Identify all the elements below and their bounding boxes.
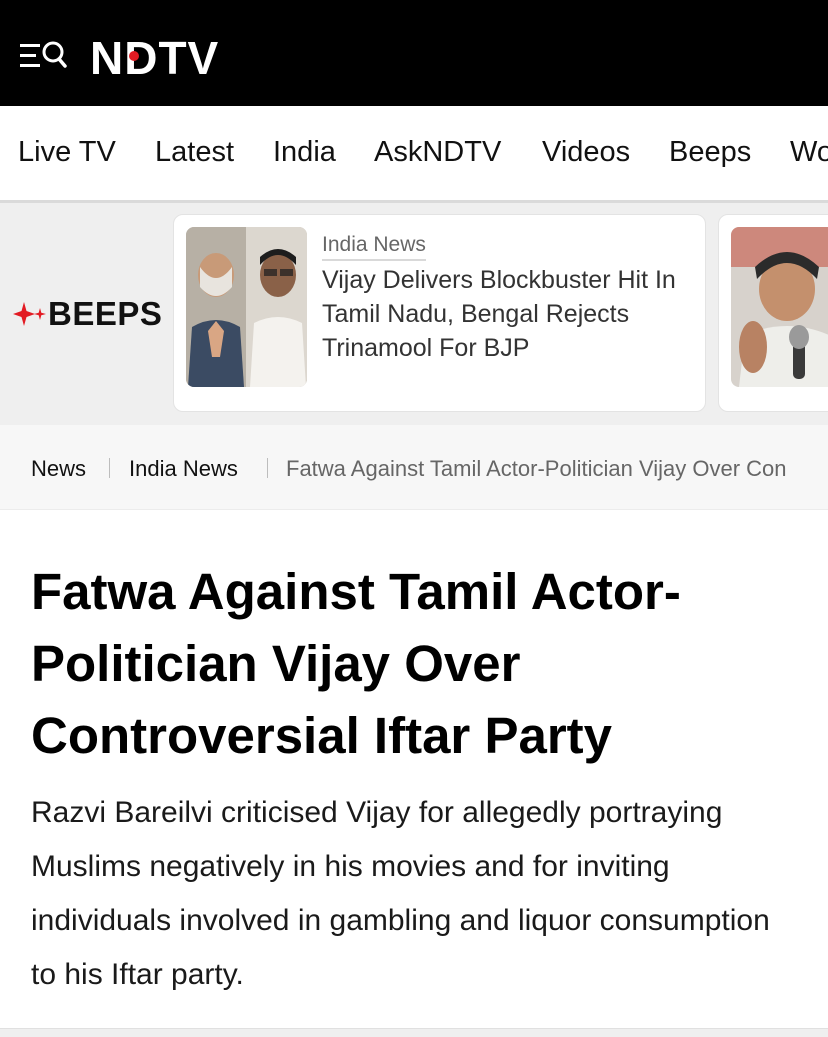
top-header-bar: NDTV <box>0 0 828 106</box>
nav-item-live-tv[interactable]: Live TV <box>18 136 116 169</box>
sparkle-icon <box>13 302 46 326</box>
nav-item-latest[interactable]: Latest <box>155 136 234 169</box>
menu-search-icon[interactable] <box>18 38 68 74</box>
beeps-title: BEEPS <box>48 295 163 332</box>
breadcrumb-india-news[interactable]: India News <box>129 456 238 482</box>
breadcrumb-separator <box>109 458 110 478</box>
woman-speaking-at-microphone-photo <box>731 227 828 387</box>
article-summary: Razvi Bareilvi criticised Vijay for alle… <box>31 796 770 991</box>
nav-item-videos[interactable]: Videos <box>542 136 630 169</box>
beep-card[interactable]: India News Vijay Delivers Blockbuster Hi… <box>173 214 706 412</box>
nav-item-world[interactable]: Wo <box>790 136 828 169</box>
logo-text: NDTV <box>90 34 219 78</box>
ndtv-logo[interactable]: NDTV <box>90 34 274 78</box>
breadcrumb-news[interactable]: News <box>31 456 86 482</box>
logo-red-dot-icon <box>129 51 139 61</box>
nav-item-beeps[interactable]: Beeps <box>669 136 751 169</box>
nav-item-askndtv[interactable]: AskNDTV <box>374 136 501 169</box>
beep-card-title[interactable]: Vijay Delivers Blockbuster Hit In Tamil … <box>322 263 702 365</box>
nav-item-india[interactable]: India <box>273 136 336 169</box>
section-nav: Live TV Latest India AskNDTV Videos Beep… <box>0 106 828 201</box>
beep-card-category[interactable]: India News <box>322 233 426 261</box>
breadcrumb: News India News Fatwa Against Tamil Acto… <box>0 425 828 510</box>
two-politicians-photo <box>186 227 307 387</box>
article-headline: Fatwa Against Tamil Actor-Politician Vij… <box>31 563 681 764</box>
beeps-strip: BEEPS India News Vijay Delivers Blockbus… <box>0 200 828 428</box>
beeps-label[interactable]: BEEPS <box>12 295 162 333</box>
breadcrumb-current-article: Fatwa Against Tamil Actor-Politician Vij… <box>286 456 787 481</box>
beep-card[interactable] <box>718 214 828 412</box>
breadcrumb-separator <box>267 458 268 478</box>
